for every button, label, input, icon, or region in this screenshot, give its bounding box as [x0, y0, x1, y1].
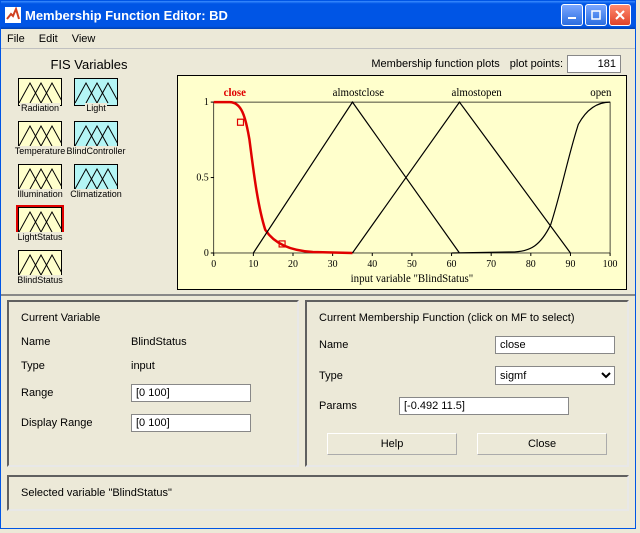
curvar-type-value: input	[131, 360, 155, 372]
svg-text:50: 50	[407, 259, 417, 270]
mf-thumb-icon	[18, 121, 62, 149]
svg-text:almostclose: almostclose	[333, 87, 385, 99]
curvar-name-label: Name	[21, 336, 131, 348]
curvar-name-value: BlindStatus	[131, 336, 187, 348]
plot-panel: Membership function plots plot points: 0	[177, 53, 627, 290]
fis-var-illumination[interactable]: Illumination	[15, 164, 65, 203]
svg-text:0: 0	[204, 248, 209, 259]
curmf-type-select[interactable]: sigmf	[495, 366, 615, 385]
window-buttons	[561, 4, 631, 26]
fis-variables-title: FIS Variables	[9, 53, 169, 78]
plot-header: Membership function plots plot points:	[177, 53, 627, 75]
menu-view[interactable]: View	[70, 33, 98, 45]
svg-text:20: 20	[288, 259, 298, 270]
status-panel: Selected variable "BlindStatus"	[7, 475, 629, 511]
svg-text:90: 90	[566, 259, 576, 270]
curvar-title: Current Variable	[21, 312, 285, 324]
curvar-range-input[interactable]	[131, 384, 251, 402]
fis-var-lightstatus[interactable]: LightStatus	[15, 207, 65, 246]
curmf-type-label: Type	[319, 370, 399, 382]
help-button[interactable]: Help	[327, 433, 457, 455]
svg-text:input variable "BlindStatus": input variable "BlindStatus"	[351, 273, 474, 285]
close-icon	[615, 10, 625, 20]
current-mf-panel: Current Membership Function (click on MF…	[305, 300, 629, 467]
mf-plot-svg: 0 0.5 1 0 10 20 30 40	[184, 84, 620, 285]
status-text: Selected variable "BlindStatus"	[21, 487, 172, 499]
mf-thumb-icon	[74, 164, 118, 192]
fis-grid: Radiation Light	[9, 78, 169, 289]
top-area: FIS Variables Radiation	[1, 49, 635, 296]
svg-text:open: open	[590, 87, 612, 99]
svg-text:0: 0	[211, 259, 216, 270]
svg-text:10: 10	[248, 259, 258, 270]
fis-var-blindstatus[interactable]: BlindStatus	[15, 250, 65, 289]
svg-text:30: 30	[328, 259, 338, 270]
close-button[interactable]	[609, 4, 631, 26]
mf-thumb-icon	[18, 164, 62, 192]
svg-text:70: 70	[486, 259, 496, 270]
curmf-title: Current Membership Function (click on MF…	[319, 312, 615, 324]
matlab-icon	[5, 7, 21, 23]
fis-var-blindcontroller[interactable]: BlindController	[71, 121, 121, 160]
mf-thumb-icon	[74, 121, 118, 149]
mf-thumb-icon	[18, 78, 62, 106]
menu-file[interactable]: File	[5, 33, 27, 45]
curvar-range-label: Range	[21, 387, 131, 399]
plot-points-label: plot points:	[510, 58, 567, 70]
plot-points-input[interactable]	[567, 55, 621, 73]
maximize-button[interactable]	[585, 4, 607, 26]
menubar: File Edit View	[1, 29, 635, 49]
mf-thumb-icon	[18, 250, 62, 278]
fis-var-radiation[interactable]: Radiation	[15, 78, 65, 117]
fis-var-light[interactable]: Light	[71, 78, 121, 117]
mid-panels: Current Variable Name BlindStatus Type i…	[1, 296, 635, 471]
menu-edit[interactable]: Edit	[37, 33, 60, 45]
titlebar[interactable]: Membership Function Editor: BD	[1, 1, 635, 29]
svg-text:40: 40	[367, 259, 377, 270]
minimize-button[interactable]	[561, 4, 583, 26]
curvar-type-label: Type	[21, 360, 131, 372]
minimize-icon	[567, 10, 577, 20]
curmf-name-label: Name	[319, 339, 399, 351]
fis-variables-panel: FIS Variables Radiation	[9, 53, 169, 290]
plot-axes[interactable]: 0 0.5 1 0 10 20 30 40	[177, 75, 627, 290]
curmf-params-input[interactable]	[399, 397, 569, 415]
svg-text:80: 80	[526, 259, 536, 270]
curvar-display-range-input[interactable]	[131, 414, 251, 432]
mf-thumb-icon	[18, 207, 62, 235]
svg-text:close: close	[224, 87, 246, 99]
curmf-name-input[interactable]	[495, 336, 615, 354]
fis-var-temperature[interactable]: Temperature	[15, 121, 65, 160]
fis-var-climatization[interactable]: Climatization	[71, 164, 121, 203]
svg-text:1: 1	[204, 97, 209, 108]
current-variable-panel: Current Variable Name BlindStatus Type i…	[7, 300, 299, 467]
svg-text:almostopen: almostopen	[452, 87, 503, 99]
maximize-icon	[591, 10, 601, 20]
window: Membership Function Editor: BD File Edit…	[0, 0, 636, 529]
mfp-label: Membership function plots	[183, 58, 510, 70]
svg-text:0.5: 0.5	[196, 173, 208, 184]
curmf-params-label: Params	[319, 400, 399, 412]
close-panel-button[interactable]: Close	[477, 433, 607, 455]
curvar-disp-label: Display Range	[21, 417, 131, 429]
svg-text:100: 100	[603, 259, 618, 270]
svg-text:60: 60	[447, 259, 457, 270]
window-title: Membership Function Editor: BD	[25, 8, 561, 23]
mf-thumb-icon	[74, 78, 118, 106]
